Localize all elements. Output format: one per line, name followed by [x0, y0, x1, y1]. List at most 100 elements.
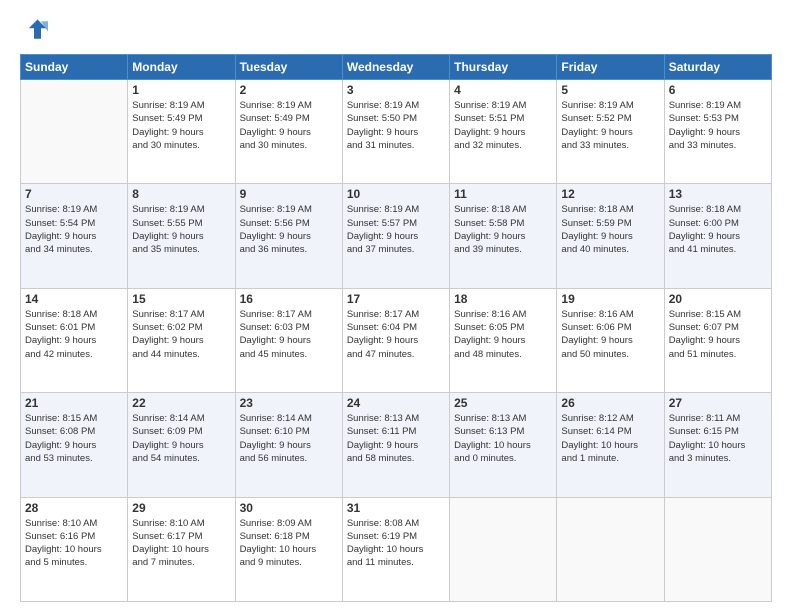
calendar-day-cell: 12 Sunrise: 8:18 AM Sunset: 5:59 PM Dayli…	[557, 184, 664, 288]
day-number: 9	[240, 187, 338, 201]
day-number: 11	[454, 187, 552, 201]
calendar-day-cell: 27 Sunrise: 8:11 AM Sunset: 6:15 PM Dayli…	[664, 393, 771, 497]
day-number: 30	[240, 501, 338, 515]
day-info: Sunrise: 8:19 AM Sunset: 5:56 PM Dayligh…	[240, 203, 338, 256]
day-info: Sunrise: 8:11 AM Sunset: 6:15 PM Dayligh…	[669, 412, 767, 465]
calendar-day-cell: 7 Sunrise: 8:19 AM Sunset: 5:54 PM Daylig…	[21, 184, 128, 288]
day-info: Sunrise: 8:18 AM Sunset: 5:58 PM Dayligh…	[454, 203, 552, 256]
day-number: 20	[669, 292, 767, 306]
calendar-day-cell: 31 Sunrise: 8:08 AM Sunset: 6:19 PM Dayli…	[342, 497, 449, 601]
logo	[20, 16, 52, 44]
day-number: 15	[132, 292, 230, 306]
day-info: Sunrise: 8:16 AM Sunset: 6:06 PM Dayligh…	[561, 308, 659, 361]
calendar-header-cell: Monday	[128, 55, 235, 80]
calendar-header-cell: Sunday	[21, 55, 128, 80]
calendar-week-row: 28 Sunrise: 8:10 AM Sunset: 6:16 PM Dayli…	[21, 497, 772, 601]
calendar-day-cell	[664, 497, 771, 601]
calendar-week-row: 21 Sunrise: 8:15 AM Sunset: 6:08 PM Dayli…	[21, 393, 772, 497]
calendar-header-cell: Wednesday	[342, 55, 449, 80]
calendar-day-cell: 30 Sunrise: 8:09 AM Sunset: 6:18 PM Dayli…	[235, 497, 342, 601]
calendar-week-row: 1Sunrise: 8:19 AM Sunset: 5:49 PM Daylig…	[21, 80, 772, 184]
day-info: Sunrise: 8:19 AM Sunset: 5:51 PM Dayligh…	[454, 99, 552, 152]
day-info: Sunrise: 8:10 AM Sunset: 6:16 PM Dayligh…	[25, 517, 123, 570]
calendar-day-cell: 9 Sunrise: 8:19 AM Sunset: 5:56 PM Daylig…	[235, 184, 342, 288]
calendar-day-cell: 25 Sunrise: 8:13 AM Sunset: 6:13 PM Dayli…	[450, 393, 557, 497]
day-number: 8	[132, 187, 230, 201]
day-info: Sunrise: 8:13 AM Sunset: 6:11 PM Dayligh…	[347, 412, 445, 465]
calendar-header-cell: Friday	[557, 55, 664, 80]
day-info: Sunrise: 8:13 AM Sunset: 6:13 PM Dayligh…	[454, 412, 552, 465]
calendar-day-cell: 28 Sunrise: 8:10 AM Sunset: 6:16 PM Dayli…	[21, 497, 128, 601]
calendar-day-cell: 13 Sunrise: 8:18 AM Sunset: 6:00 PM Dayli…	[664, 184, 771, 288]
day-info: Sunrise: 8:18 AM Sunset: 6:01 PM Dayligh…	[25, 308, 123, 361]
day-info: Sunrise: 8:14 AM Sunset: 6:10 PM Dayligh…	[240, 412, 338, 465]
day-number: 29	[132, 501, 230, 515]
day-info: Sunrise: 8:15 AM Sunset: 6:07 PM Dayligh…	[669, 308, 767, 361]
day-number: 13	[669, 187, 767, 201]
day-number: 25	[454, 396, 552, 410]
page: SundayMondayTuesdayWednesdayThursdayFrid…	[0, 0, 792, 612]
calendar-day-cell	[450, 497, 557, 601]
calendar-day-cell: 18 Sunrise: 8:16 AM Sunset: 6:05 PM Dayli…	[450, 288, 557, 392]
day-info: Sunrise: 8:19 AM Sunset: 5:53 PM Dayligh…	[669, 99, 767, 152]
calendar-day-cell	[557, 497, 664, 601]
day-number: 26	[561, 396, 659, 410]
day-number: 16	[240, 292, 338, 306]
day-number: 14	[25, 292, 123, 306]
calendar-day-cell: 23 Sunrise: 8:14 AM Sunset: 6:10 PM Dayli…	[235, 393, 342, 497]
calendar-day-cell	[21, 80, 128, 184]
day-number: 23	[240, 396, 338, 410]
day-number: 28	[25, 501, 123, 515]
calendar-table: SundayMondayTuesdayWednesdayThursdayFrid…	[20, 54, 772, 602]
day-number: 4	[454, 83, 552, 97]
day-info: Sunrise: 8:08 AM Sunset: 6:19 PM Dayligh…	[347, 517, 445, 570]
day-number: 7	[25, 187, 123, 201]
calendar-day-cell: 14 Sunrise: 8:18 AM Sunset: 6:01 PM Dayli…	[21, 288, 128, 392]
day-number: 21	[25, 396, 123, 410]
day-info: Sunrise: 8:15 AM Sunset: 6:08 PM Dayligh…	[25, 412, 123, 465]
calendar-day-cell: 15Sunrise: 8:17 AM Sunset: 6:02 PM Dayli…	[128, 288, 235, 392]
day-info: Sunrise: 8:18 AM Sunset: 5:59 PM Dayligh…	[561, 203, 659, 256]
calendar-day-cell: 5 Sunrise: 8:19 AM Sunset: 5:52 PM Daylig…	[557, 80, 664, 184]
day-info: Sunrise: 8:10 AM Sunset: 6:17 PM Dayligh…	[132, 517, 230, 570]
day-number: 3	[347, 83, 445, 97]
day-number: 27	[669, 396, 767, 410]
day-info: Sunrise: 8:16 AM Sunset: 6:05 PM Dayligh…	[454, 308, 552, 361]
calendar-day-cell: 2 Sunrise: 8:19 AM Sunset: 5:49 PM Daylig…	[235, 80, 342, 184]
day-number: 19	[561, 292, 659, 306]
day-info: Sunrise: 8:18 AM Sunset: 6:00 PM Dayligh…	[669, 203, 767, 256]
calendar-day-cell: 11 Sunrise: 8:18 AM Sunset: 5:58 PM Dayli…	[450, 184, 557, 288]
calendar-day-cell: 20 Sunrise: 8:15 AM Sunset: 6:07 PM Dayli…	[664, 288, 771, 392]
calendar-day-cell: 19 Sunrise: 8:16 AM Sunset: 6:06 PM Dayli…	[557, 288, 664, 392]
day-info: Sunrise: 8:17 AM Sunset: 6:04 PM Dayligh…	[347, 308, 445, 361]
day-info: Sunrise: 8:19 AM Sunset: 5:52 PM Dayligh…	[561, 99, 659, 152]
calendar-day-cell: 8 Sunrise: 8:19 AM Sunset: 5:55 PM Daylig…	[128, 184, 235, 288]
day-number: 5	[561, 83, 659, 97]
day-info: Sunrise: 8:19 AM Sunset: 5:54 PM Dayligh…	[25, 203, 123, 256]
day-number: 6	[669, 83, 767, 97]
calendar-day-cell: 16 Sunrise: 8:17 AM Sunset: 6:03 PM Dayli…	[235, 288, 342, 392]
day-number: 24	[347, 396, 445, 410]
day-number: 2	[240, 83, 338, 97]
calendar-day-cell: 1Sunrise: 8:19 AM Sunset: 5:49 PM Daylig…	[128, 80, 235, 184]
day-number: 31	[347, 501, 445, 515]
day-number: 17	[347, 292, 445, 306]
day-info: Sunrise: 8:19 AM Sunset: 5:55 PM Dayligh…	[132, 203, 230, 256]
calendar-day-cell: 22Sunrise: 8:14 AM Sunset: 6:09 PM Dayli…	[128, 393, 235, 497]
day-info: Sunrise: 8:09 AM Sunset: 6:18 PM Dayligh…	[240, 517, 338, 570]
calendar-day-cell: 21 Sunrise: 8:15 AM Sunset: 6:08 PM Dayli…	[21, 393, 128, 497]
day-number: 22	[132, 396, 230, 410]
calendar-header-cell: Tuesday	[235, 55, 342, 80]
calendar-day-cell: 10Sunrise: 8:19 AM Sunset: 5:57 PM Dayli…	[342, 184, 449, 288]
calendar-day-cell: 26 Sunrise: 8:12 AM Sunset: 6:14 PM Dayli…	[557, 393, 664, 497]
day-number: 12	[561, 187, 659, 201]
day-info: Sunrise: 8:12 AM Sunset: 6:14 PM Dayligh…	[561, 412, 659, 465]
calendar-day-cell: 4 Sunrise: 8:19 AM Sunset: 5:51 PM Daylig…	[450, 80, 557, 184]
calendar-body: 1Sunrise: 8:19 AM Sunset: 5:49 PM Daylig…	[21, 80, 772, 602]
day-info: Sunrise: 8:19 AM Sunset: 5:49 PM Dayligh…	[240, 99, 338, 152]
day-info: Sunrise: 8:19 AM Sunset: 5:50 PM Dayligh…	[347, 99, 445, 152]
day-info: Sunrise: 8:17 AM Sunset: 6:03 PM Dayligh…	[240, 308, 338, 361]
day-number: 10	[347, 187, 445, 201]
header	[20, 16, 772, 44]
day-number: 18	[454, 292, 552, 306]
